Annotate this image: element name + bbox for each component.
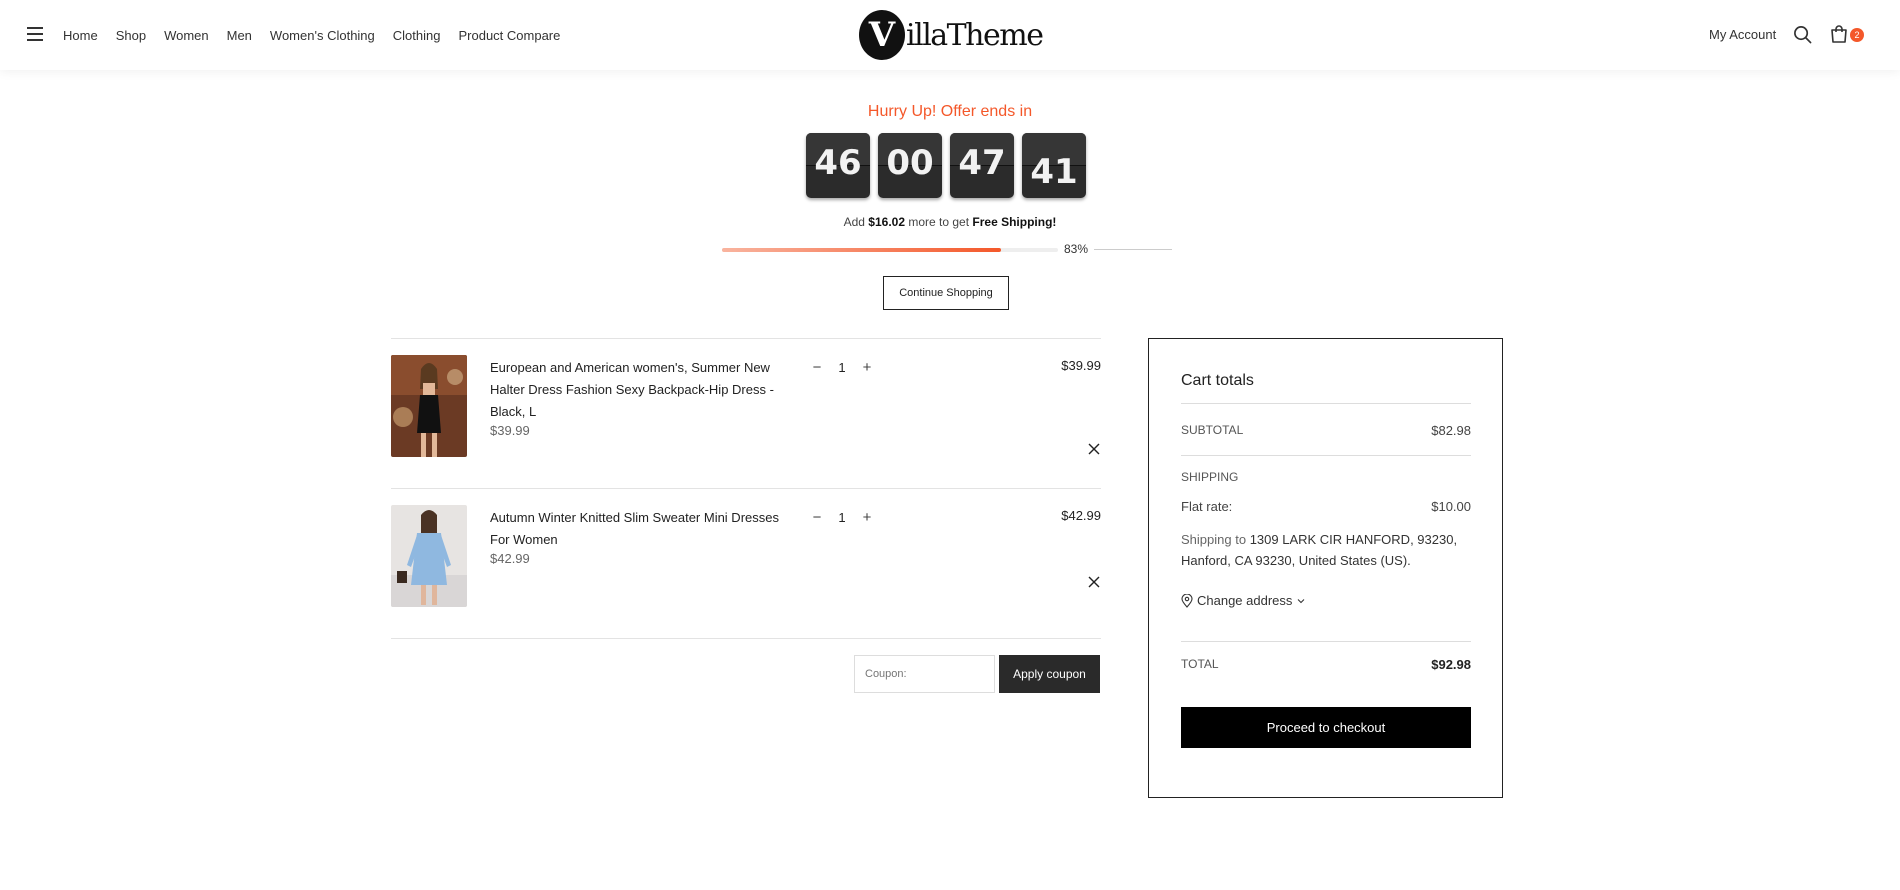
cart-item-name[interactable]: European and American women's, Summer Ne… [490,357,780,423]
quantity-stepper: − 1 + [809,509,875,526]
nav-womens-clothing[interactable]: Women's Clothing [270,28,375,43]
cart-item-unit-price: $42.99 [490,551,530,566]
location-pin-icon [1181,593,1193,608]
qty-increase-button[interactable]: + [859,359,875,376]
qty-value[interactable]: 1 [825,360,859,375]
cart-items: European and American women's, Summer Ne… [391,338,1101,639]
progress-label: 83% [1064,242,1089,256]
logo-mark: V [859,10,905,60]
subtotal-row: SUBTOTAL $82.98 [1181,423,1471,438]
cart-item-total: $42.99 [1061,508,1101,523]
qty-increase-button[interactable]: + [859,509,875,526]
nav-men[interactable]: Men [227,28,252,43]
cart-item-name[interactable]: Autumn Winter Knitted Slim Sweater Mini … [490,507,780,551]
coupon-input[interactable] [854,655,995,693]
qty-decrease-button[interactable]: − [809,509,825,526]
nav-home[interactable]: Home [63,28,98,43]
quantity-stepper: − 1 + [809,359,875,376]
cart-item: European and American women's, Summer Ne… [391,339,1101,489]
proceed-to-checkout-button[interactable]: Proceed to checkout [1181,707,1471,748]
change-address-label: Change address [1197,593,1293,608]
subtotal-value: $82.98 [1431,423,1471,438]
flat-rate-row: Flat rate: $10.00 [1181,499,1471,514]
nav-women[interactable]: Women [164,28,209,43]
countdown-seconds: 47 [950,133,1014,198]
cart-item-total: $39.99 [1061,358,1101,373]
flat-rate-value: $10.00 [1431,499,1471,514]
progress-fill [722,248,1001,252]
free-shipping-message: Add $16.02 more to get Free Shipping! [843,215,1057,229]
shopping-bag-icon[interactable] [1829,24,1849,44]
countdown-hours: 46 [806,133,870,198]
site-header: Home Shop Women Men Women's Clothing Clo… [0,0,1900,70]
cart-totals-title: Cart totals [1181,372,1254,389]
cart-count-badge: 2 [1850,28,1864,42]
offer-headline: Hurry Up! Offer ends in [867,103,1033,120]
logo-text: illaTheme [906,17,1044,53]
continue-shopping-button[interactable]: Continue Shopping [883,276,1009,310]
free-shipping-progress: 83% [722,241,1172,257]
remove-item-icon[interactable] [1087,442,1101,456]
my-account-link[interactable]: My Account [1709,27,1776,42]
total-label: TOTAL [1181,657,1219,671]
main-nav: Home Shop Women Men Women's Clothing Clo… [63,0,560,70]
cart-totals-panel: Cart totals SUBTOTAL $82.98 SHIPPING Fla… [1148,338,1503,798]
qty-decrease-button[interactable]: − [809,359,825,376]
hamburger-menu-icon[interactable] [27,27,43,41]
qty-value[interactable]: 1 [825,510,859,525]
product-image-black-dress[interactable] [391,355,467,457]
nav-clothing[interactable]: Clothing [393,28,441,43]
free-shipping-goal: Free Shipping! [972,215,1057,229]
total-row: TOTAL $92.98 [1181,657,1471,672]
subtotal-label: SUBTOTAL [1181,423,1244,437]
cart-item: Autumn Winter Knitted Slim Sweater Mini … [391,489,1101,639]
countdown-subseconds: 41 [1022,133,1086,198]
remove-item-icon[interactable] [1087,575,1101,589]
site-logo[interactable]: V illaTheme [859,9,1044,61]
total-value: $92.98 [1431,657,1471,672]
change-address-button[interactable]: Change address [1181,593,1306,608]
apply-coupon-button[interactable]: Apply coupon [999,655,1100,693]
shipping-destination: Shipping to 1309 LARK CIR HANFORD, 93230… [1181,532,1458,568]
countdown-minutes: 00 [878,133,942,198]
chevron-down-icon [1298,598,1305,603]
nav-product-compare[interactable]: Product Compare [458,28,560,43]
nav-shop[interactable]: Shop [116,28,146,43]
shipping-label: SHIPPING [1181,470,1239,484]
search-icon[interactable] [1793,25,1812,44]
free-shipping-amount: $16.02 [868,215,905,229]
product-image-blue-sweater-dress[interactable] [391,505,467,607]
cart-item-unit-price: $39.99 [490,423,530,438]
coupon-form: Apply coupon [854,655,1100,693]
countdown-timer: 46 00 47 41 [806,133,1086,198]
flat-rate-label: Flat rate: [1181,499,1233,514]
